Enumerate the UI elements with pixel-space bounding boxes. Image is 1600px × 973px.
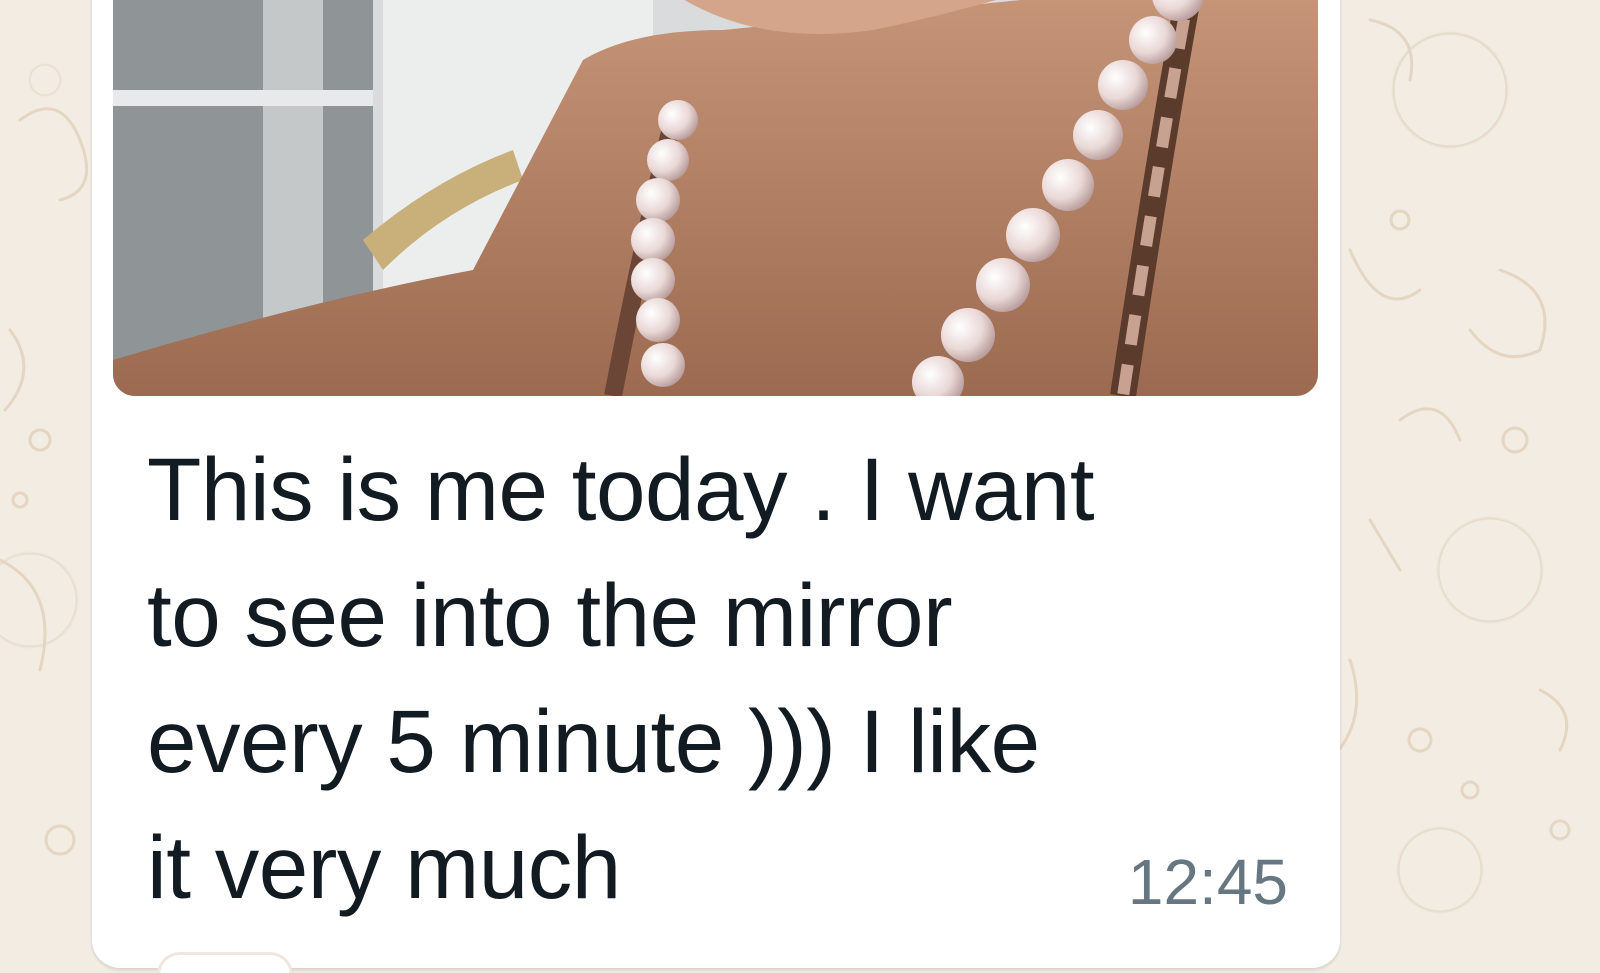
caption-line: This is me today . I want	[147, 439, 1095, 539]
caption-line: to see into the mirror	[147, 565, 953, 665]
message-timestamp: 12:45	[1127, 846, 1288, 918]
caption-line: it very much	[147, 817, 621, 917]
message-bubble[interactable]: This is me today . I want to see into th…	[92, 0, 1340, 968]
message-caption: This is me today . I want to see into th…	[147, 426, 1287, 930]
caption-line: every 5 minute ))) I like	[147, 691, 1040, 791]
reaction-chip[interactable]	[160, 955, 290, 973]
photo-image	[113, 0, 1318, 396]
message-photo[interactable]	[113, 0, 1318, 396]
